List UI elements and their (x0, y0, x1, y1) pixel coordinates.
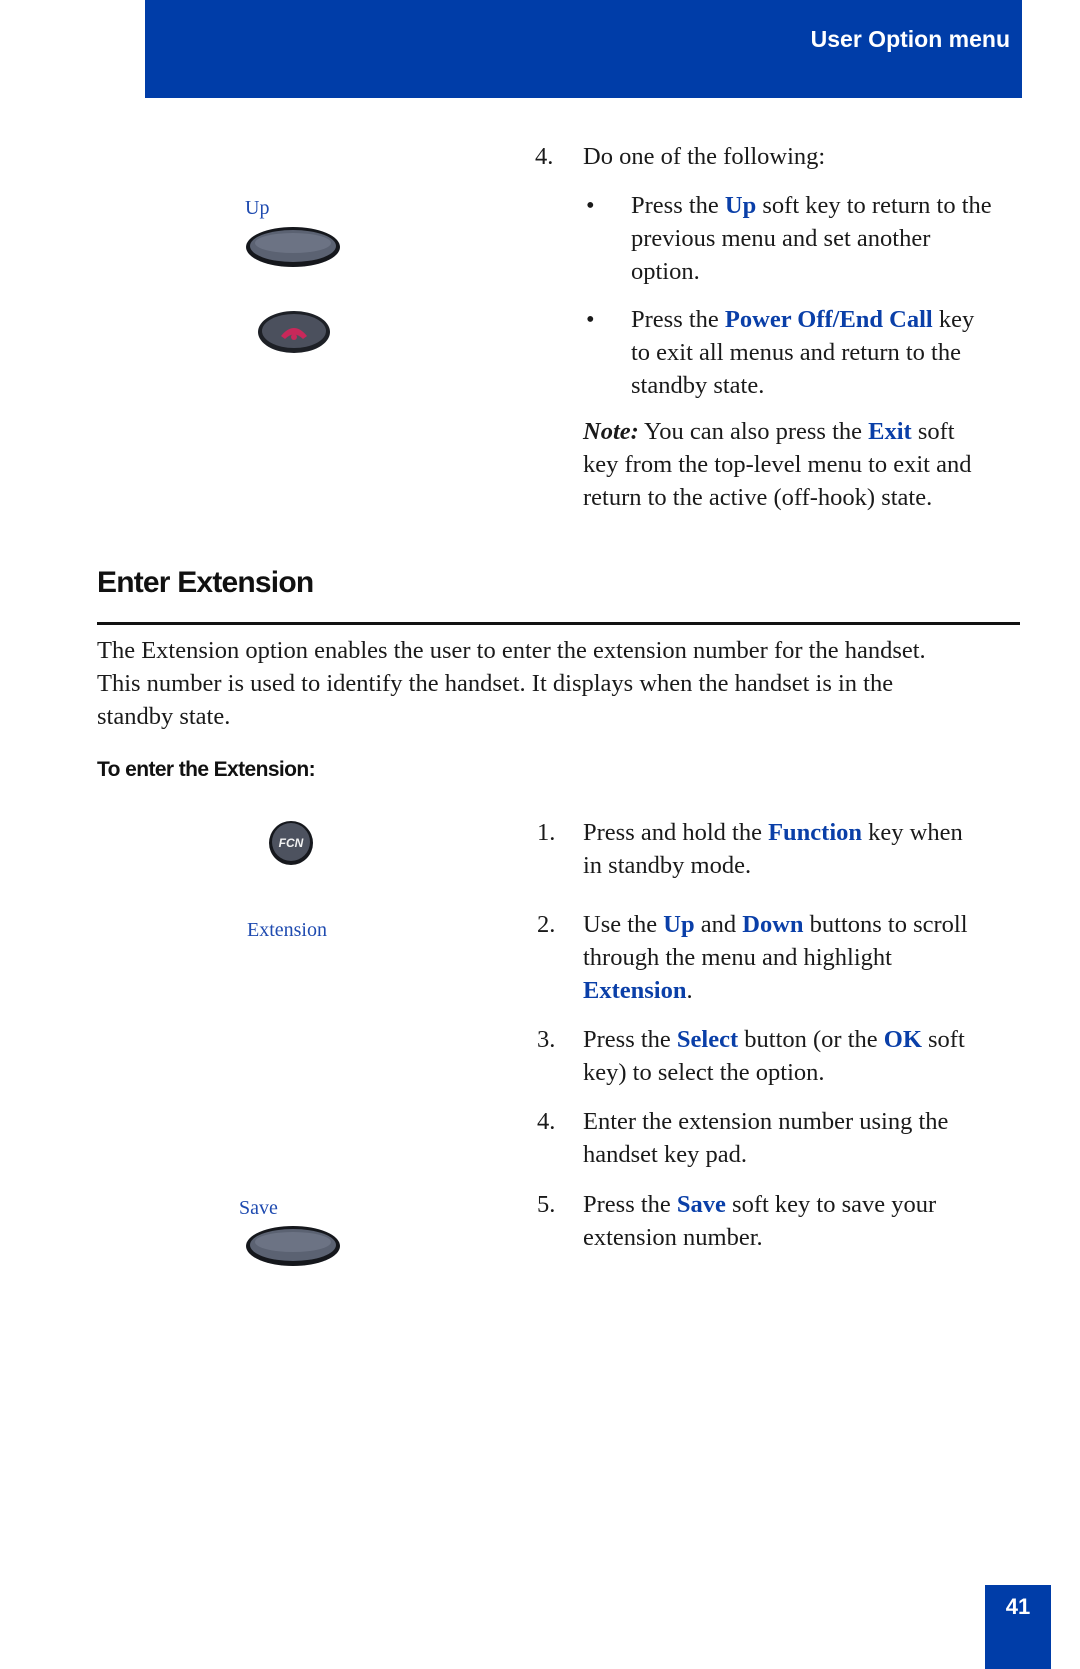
step-text: Enter the extension number using the (583, 1108, 949, 1135)
fcn-key-icon: FCN (268, 819, 314, 867)
step-text: button (or the (738, 1026, 884, 1053)
step-number: 4. (537, 1108, 556, 1135)
step-text: . (686, 977, 693, 1004)
step-text: key when (862, 819, 963, 846)
bullet-item: Press the Power Off/End Call key to exit… (631, 303, 1051, 402)
note-text: key from the top-level menu to exit and (583, 451, 972, 478)
up-soft-key-icon (244, 225, 342, 269)
step-text: handset key pad. (583, 1141, 747, 1168)
extension-menu-label: Extension (247, 919, 327, 941)
step-text: soft key to save your (725, 1191, 937, 1218)
keyword-up: Up (724, 192, 757, 219)
keyword-save: Save (676, 1191, 726, 1218)
keyword-ok: OK (883, 1026, 922, 1053)
note-text: You can also press the (638, 418, 869, 445)
keyword-function: Function (768, 819, 863, 846)
chapter-header-bar: User Option menu (145, 0, 1022, 98)
bullet-text: standby state. (631, 372, 765, 399)
bullet-text: Press the (631, 192, 725, 219)
intro-line: standby state. (97, 703, 231, 730)
page-number: 41 (1005, 1594, 1031, 1619)
step-text: Press and hold the (583, 819, 769, 846)
step-item: Enter the extension number using the han… (583, 1105, 1043, 1171)
bullet-item: Press the Up soft key to return to the p… (631, 189, 1051, 288)
step-item: Press and hold the Function key when in … (583, 816, 1043, 882)
bullet-text: Press the (631, 306, 725, 333)
step-number: 5. (537, 1191, 556, 1218)
bullet-text: key (932, 306, 975, 333)
step-text: Press the (583, 1026, 677, 1053)
step-text: and (694, 911, 743, 938)
step-text: Do one of the following: (583, 143, 826, 170)
step-text: Use the (583, 911, 664, 938)
save-soft-key-label: Save (239, 1197, 278, 1219)
end-call-key-icon (257, 310, 331, 354)
keyword-select: Select (676, 1026, 739, 1053)
keyword-down: Down (742, 911, 804, 938)
step-text: soft (921, 1026, 965, 1053)
keyword-power-off-end-call: Power Off/End Call (724, 306, 933, 333)
save-soft-key-icon (244, 1224, 342, 1268)
note-text: return to the active (off-hook) state. (583, 484, 933, 511)
note-block: Note: You can also press the Exit soft k… (583, 415, 1043, 514)
chapter-title: User Option menu (810, 26, 1010, 52)
step-text: key) to select the option. (583, 1059, 825, 1086)
keyword-exit: Exit (868, 418, 912, 445)
note-text: soft (911, 418, 955, 445)
bullet-marker: • (586, 306, 595, 333)
step-number: 1. (537, 819, 556, 846)
keyword-up: Up (663, 911, 695, 938)
step-number: 4. (535, 143, 554, 170)
step-text: through the menu and highlight (583, 944, 892, 971)
step-number: 3. (537, 1026, 556, 1053)
section-title: Enter Extension (97, 566, 314, 599)
procedure-title: To enter the Extension: (97, 758, 316, 781)
step-item: Use the Up and Down buttons to scroll th… (583, 908, 1043, 1007)
step-text: extension number. (583, 1224, 763, 1251)
step-item: Press the Save soft key to save your ext… (583, 1188, 1043, 1254)
bullet-text: soft key to return to the (756, 192, 992, 219)
bullet-marker: • (586, 192, 595, 219)
page-number-tab: 41 (985, 1585, 1051, 1669)
keyword-extension: Extension (583, 977, 687, 1004)
intro-line: The Extension option enables the user to… (97, 637, 926, 664)
step-text: in standby mode. (583, 852, 752, 879)
section-divider (97, 622, 1020, 625)
section-intro: The Extension option enables the user to… (97, 634, 1037, 733)
step-text: Press the (583, 1191, 677, 1218)
bullet-text: to exit all menus and return to the (631, 339, 961, 366)
fcn-key-label: FCN (279, 836, 304, 850)
note-label: Note: (583, 418, 639, 445)
bullet-text: previous menu and set another (631, 225, 931, 252)
step-text: buttons to scroll (803, 911, 968, 938)
step-number: 2. (537, 911, 556, 938)
bullet-text: option. (631, 258, 700, 285)
up-soft-key-label: Up (245, 197, 270, 219)
intro-line: This number is used to identify the hand… (97, 670, 894, 697)
step-item: Press the Select button (or the OK soft … (583, 1023, 1043, 1089)
